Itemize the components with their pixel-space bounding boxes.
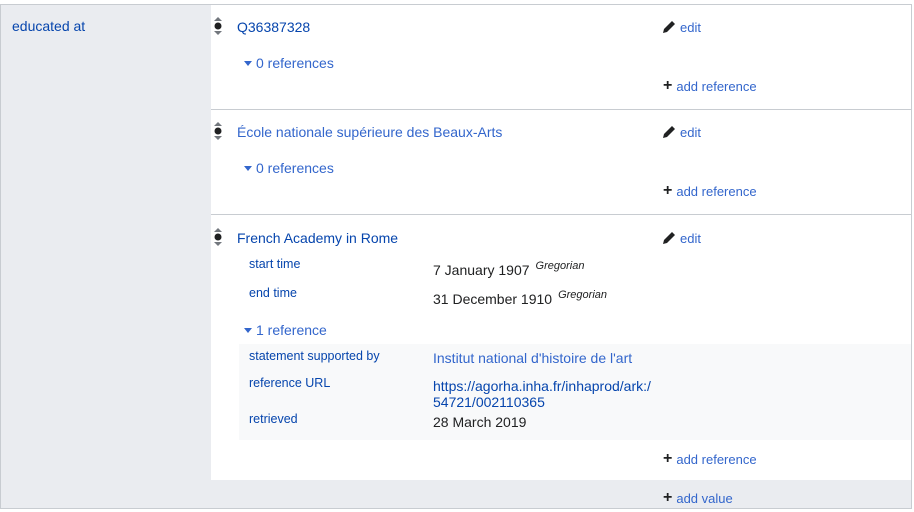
edit-button[interactable]: edit bbox=[661, 230, 701, 246]
statement-list: Q36387328 edit 0 references + add refere… bbox=[211, 5, 911, 480]
qualifier-label-start-time[interactable]: start time bbox=[249, 257, 300, 271]
add-reference-label: add reference bbox=[676, 183, 757, 199]
date-value: 31 December 1910 bbox=[433, 291, 553, 307]
statement-group: educated at Q36387328 edit 0 references … bbox=[0, 4, 912, 509]
reference-label-stated-in[interactable]: statement supported by bbox=[249, 349, 380, 363]
reference-value-retrieved: 28 March 2019 bbox=[433, 414, 527, 430]
edit-label: edit bbox=[680, 19, 701, 35]
rank-normal-icon[interactable] bbox=[213, 227, 223, 247]
reference-label-retrieved[interactable]: retrieved bbox=[249, 412, 298, 426]
triangle-down-icon bbox=[244, 60, 252, 66]
reference-value-url[interactable]: https://agorha.inha.fr/inhaprod/ark:/ 54… bbox=[433, 378, 651, 410]
edit-label: edit bbox=[680, 230, 701, 246]
url-line-2: 54721/002110365 bbox=[433, 394, 545, 410]
reference-value-stated-in[interactable]: Institut national d'histoire de l'art bbox=[433, 350, 632, 366]
add-reference-button[interactable]: + add reference bbox=[663, 78, 757, 94]
statement-value[interactable]: École nationale supérieure des Beaux-Art… bbox=[237, 124, 502, 140]
calendar-model: Gregorian bbox=[535, 260, 585, 272]
statement-ecole-beaux-arts: École nationale supérieure des Beaux-Art… bbox=[211, 110, 911, 215]
references-count: 0 references bbox=[256, 160, 334, 176]
references-toggle[interactable]: 0 references bbox=[244, 160, 334, 176]
references-toggle[interactable]: 1 reference bbox=[244, 322, 327, 338]
add-value-button[interactable]: + add value bbox=[663, 490, 733, 506]
edit-button[interactable]: edit bbox=[661, 124, 701, 140]
triangle-down-icon bbox=[244, 327, 252, 333]
add-reference-button[interactable]: + add reference bbox=[663, 183, 757, 199]
plus-icon: + bbox=[663, 450, 673, 467]
qualifier-value-start-time: 7 January 1907 Gregorian bbox=[433, 260, 584, 278]
plus-icon: + bbox=[663, 489, 673, 506]
edit-button[interactable]: edit bbox=[661, 19, 701, 35]
rank-normal-icon[interactable] bbox=[213, 16, 223, 36]
url-line-1: https://agorha.inha.fr/inhaprod/ark:/ bbox=[433, 378, 651, 394]
statement-value[interactable]: Q36387328 bbox=[237, 19, 310, 35]
add-reference-label: add reference bbox=[676, 451, 757, 467]
calendar-model: Gregorian bbox=[558, 289, 607, 301]
statement-q36387328: Q36387328 edit 0 references + add refere… bbox=[211, 5, 911, 110]
statement-french-academy-rome: French Academy in Rome edit start time 7… bbox=[211, 216, 911, 480]
reference-block: statement supported by Institut national… bbox=[239, 344, 911, 440]
references-count: 0 references bbox=[256, 55, 334, 71]
date-value: 7 January 1907 bbox=[433, 262, 530, 278]
reference-label-url[interactable]: reference URL bbox=[249, 376, 330, 390]
plus-icon: + bbox=[663, 77, 673, 94]
add-reference-label: add reference bbox=[676, 78, 757, 94]
add-value-label: add value bbox=[676, 490, 733, 506]
edit-label: edit bbox=[680, 124, 701, 140]
qualifier-value-end-time: 31 December 1910 Gregorian bbox=[433, 289, 607, 307]
add-reference-button[interactable]: + add reference bbox=[663, 451, 757, 467]
pencil-icon bbox=[663, 126, 675, 138]
property-label-educated-at[interactable]: educated at bbox=[12, 18, 85, 34]
references-toggle[interactable]: 0 references bbox=[244, 55, 334, 71]
pencil-icon bbox=[663, 232, 675, 244]
plus-icon: + bbox=[663, 182, 673, 199]
rank-normal-icon[interactable] bbox=[213, 121, 223, 141]
pencil-icon bbox=[663, 21, 675, 33]
references-count: 1 reference bbox=[256, 322, 327, 338]
statement-value[interactable]: French Academy in Rome bbox=[237, 230, 398, 246]
qualifier-label-end-time[interactable]: end time bbox=[249, 286, 297, 300]
triangle-down-icon bbox=[244, 165, 252, 171]
